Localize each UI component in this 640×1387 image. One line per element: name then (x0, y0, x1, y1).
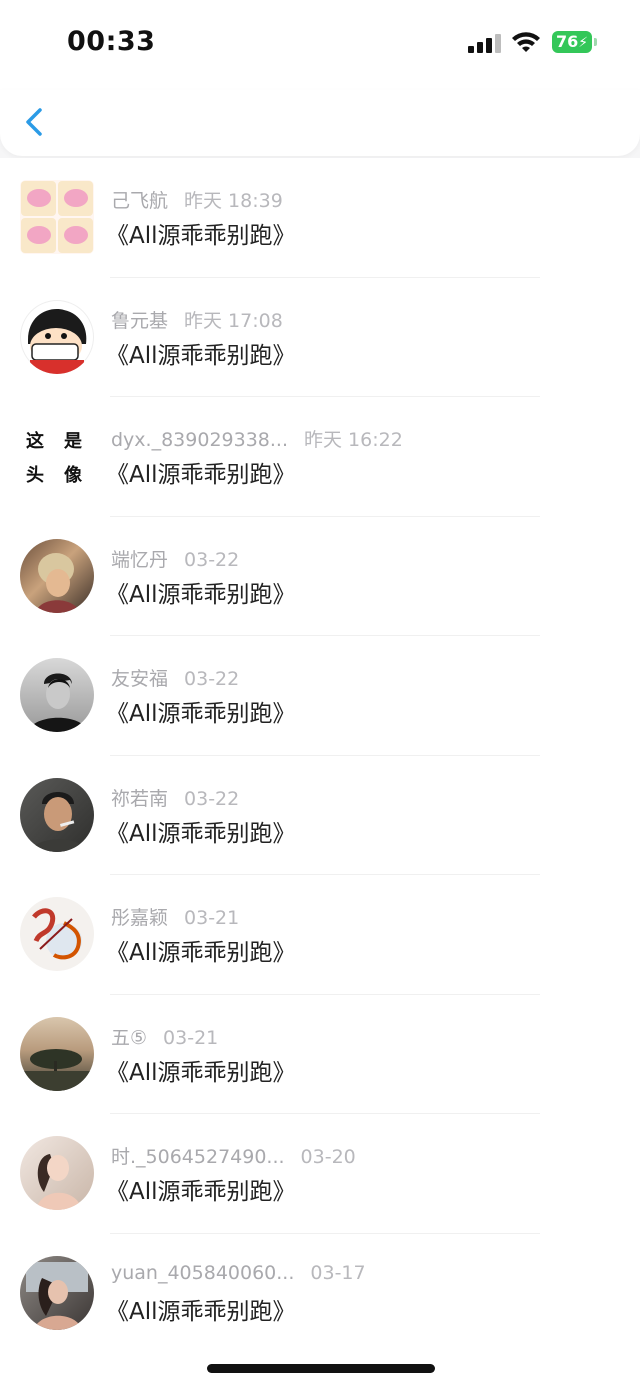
sender-line: 友安福 03-22 (111, 664, 239, 691)
message-preview: 《All源乖乖别跑》 (106, 820, 296, 847)
home-indicator[interactable] (207, 1364, 435, 1373)
message-preview: 《All源乖乖别跑》 (106, 581, 296, 608)
chevron-left-icon[interactable] (18, 102, 54, 142)
sender-line: 端忆丹 03-22 (111, 545, 239, 572)
avatar (20, 658, 94, 732)
avatar-text: 是 (64, 431, 82, 452)
sender-line: 时._5064527490... 03-20 (111, 1142, 356, 1169)
list-item[interactable]: 友安福 03-22 《All源乖乖别跑》 (0, 636, 640, 756)
nav-bar (0, 90, 640, 156)
home-area (0, 1352, 640, 1387)
sender-line: dyx._839029338... 昨天 16:22 (111, 425, 403, 452)
sender-name: 己飞航 (111, 190, 169, 212)
sender-name: 祢若南 (111, 787, 169, 810)
message-date: 03-21 (163, 1026, 219, 1049)
list-item[interactable]: 祢若南 03-22 《All源乖乖别跑》 (0, 756, 640, 875)
wifi-icon (512, 32, 540, 52)
avatar-text: 像 (64, 465, 82, 486)
message-date: 昨天 18:39 (184, 190, 283, 212)
message-list: 己飞航 昨天 18:39 《All源乖乖别跑》 鲁元基 昨天 17:08 《All源… (0, 158, 640, 1352)
signal-icon (468, 33, 502, 53)
avatar (20, 180, 94, 254)
sender-line: 己飞航 昨天 18:39 (111, 186, 283, 213)
avatar (20, 897, 94, 971)
sender-name: 端忆丹 (111, 548, 169, 571)
sender-name: 鲁元基 (111, 309, 169, 332)
message-date: 03-22 (184, 548, 240, 571)
avatar-text: 这 (26, 431, 44, 452)
sender-line: 祢若南 03-22 (111, 784, 239, 811)
sender-name: dyx._839029338... (111, 429, 289, 451)
list-item[interactable]: 端忆丹 03-22 《All源乖乖别跑》 (0, 517, 640, 636)
list-item[interactable]: yuan_405840060... 03-17 《All源乖乖别跑》 (0, 1234, 640, 1353)
message-preview: 《All源乖乖别跑》 (106, 223, 296, 249)
battery-cap (594, 38, 597, 46)
message-date: 03-22 (184, 668, 240, 690)
battery-charging-icon: 76⚡ (552, 31, 592, 53)
message-preview: 《All源乖乖别跑》 (106, 342, 296, 369)
sender-name: yuan_405840060... (111, 1261, 295, 1284)
message-preview: 《All源乖乖别跑》 (106, 1298, 296, 1325)
message-date: 03-21 (184, 907, 240, 929)
message-date: 03-20 (300, 1146, 356, 1168)
message-date: 昨天 17:08 (184, 309, 283, 332)
message-preview: 《All源乖乖别跑》 (106, 1059, 296, 1086)
list-item[interactable]: 这 是 头 像 dyx._839029338... 昨天 16:22 《All源乖… (0, 397, 640, 517)
avatar (20, 1136, 94, 1210)
status-bar: 00:33 76⚡ (0, 0, 640, 90)
list-item[interactable]: 己飞航 昨天 18:39 《All源乖乖别跑》 (0, 158, 640, 278)
message-date: 03-22 (184, 787, 240, 810)
sender-line: 鲁元基 昨天 17:08 (111, 306, 283, 333)
avatar (20, 1255, 94, 1330)
sender-name: 友安福 (111, 668, 169, 690)
list-item[interactable]: 彤嘉颖 03-21 《All源乖乖别跑》 (0, 875, 640, 995)
list-item[interactable]: 时._5064527490... 03-20 《All源乖乖别跑》 (0, 1114, 640, 1234)
avatar: 这 是 头 像 (20, 419, 94, 493)
list-item[interactable]: 五⑤ 03-21 《All源乖乖别跑》 (0, 995, 640, 1114)
sender-line: 五⑤ 03-21 (111, 1023, 218, 1050)
message-date: 昨天 16:22 (304, 429, 403, 451)
status-time: 00:33 (67, 26, 156, 57)
sender-name: 时._5064527490... (111, 1146, 285, 1168)
battery-level: 76 (556, 32, 579, 51)
message-preview: 《All源乖乖别跑》 (106, 940, 296, 966)
message-preview: 《All源乖乖别跑》 (106, 701, 296, 727)
avatar (20, 777, 94, 852)
avatar-text: 头 (26, 465, 44, 486)
message-preview: 《All源乖乖别跑》 (106, 1179, 296, 1205)
message-preview: 《All源乖乖别跑》 (106, 462, 296, 488)
message-date: 03-17 (310, 1261, 366, 1284)
sender-name: 五⑤ (111, 1026, 148, 1049)
sender-line: 彤嘉颖 03-21 (111, 903, 239, 930)
avatar (20, 538, 94, 613)
list-item[interactable]: 鲁元基 昨天 17:08 《All源乖乖别跑》 (0, 278, 640, 397)
avatar (20, 1016, 94, 1091)
avatar (20, 299, 94, 374)
sender-line: yuan_405840060... 03-17 (111, 1262, 366, 1284)
sender-name: 彤嘉颖 (111, 907, 169, 929)
